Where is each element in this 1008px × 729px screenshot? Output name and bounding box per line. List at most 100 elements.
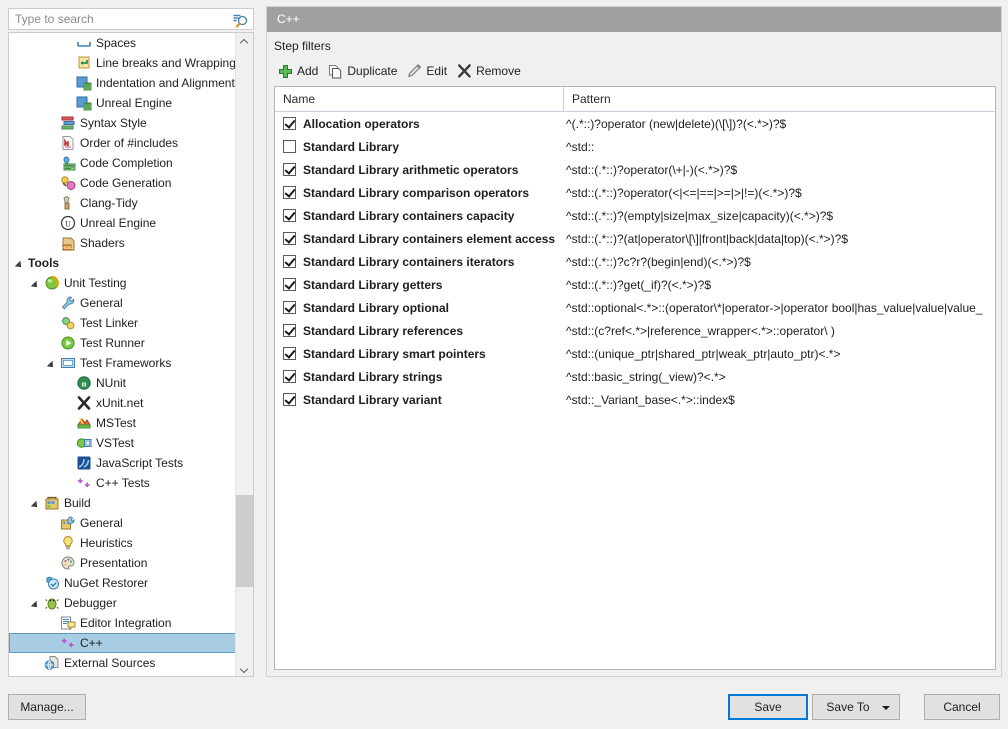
- filter-checkbox[interactable]: [283, 347, 296, 360]
- table-row[interactable]: Standard Library containers element acce…: [275, 227, 995, 250]
- sidebar-item-syntax-style[interactable]: Syntax Style: [9, 113, 237, 133]
- filter-name: Standard Library containers element acce…: [303, 232, 555, 246]
- filter-checkbox[interactable]: [283, 232, 296, 245]
- sidebar-item-build[interactable]: Build: [9, 493, 237, 513]
- sidebar-item-debugger[interactable]: Debugger: [9, 593, 237, 613]
- table-row[interactable]: Standard Library arithmetic operators^st…: [275, 158, 995, 181]
- search-input[interactable]: [15, 9, 221, 29]
- table-row[interactable]: Standard Library containers iterators^st…: [275, 250, 995, 273]
- column-header-name[interactable]: Name: [275, 87, 564, 111]
- expander-collapse-icon[interactable]: [47, 358, 58, 369]
- sidebar-item-code-generation[interactable]: Code Generation: [9, 173, 237, 193]
- filter-checkbox[interactable]: [283, 278, 296, 291]
- duplicate-icon: [327, 63, 344, 79]
- table-row[interactable]: Allocation operators^(.*::)?operator (ne…: [275, 112, 995, 135]
- scroll-down-button[interactable]: [236, 659, 253, 676]
- sidebar-item-unit-testing[interactable]: Unit Testing: [9, 273, 237, 293]
- sidebar-item-general[interactable]: General: [9, 293, 237, 313]
- filter-checkbox[interactable]: [283, 209, 296, 222]
- step-filters-list[interactable]: Name Pattern Allocation operators^(.*::)…: [274, 86, 996, 670]
- sidebar-item-nunit[interactable]: nNUnit: [9, 373, 237, 393]
- search-icon[interactable]: [232, 12, 248, 28]
- sidebar-item-label: External Sources: [64, 653, 159, 673]
- save-button[interactable]: Save: [728, 694, 808, 720]
- search-box[interactable]: [8, 8, 254, 30]
- table-row[interactable]: Standard Library containers capacity^std…: [275, 204, 995, 227]
- filter-checkbox[interactable]: [283, 163, 296, 176]
- filter-checkbox[interactable]: [283, 255, 296, 268]
- sidebar-item-indentation-and-alignment[interactable]: Indentation and Alignment: [9, 73, 237, 93]
- filter-name-cell: Standard Library smart pointers: [275, 347, 564, 361]
- save-to-button[interactable]: Save To: [812, 694, 900, 720]
- expander-collapse-icon[interactable]: [15, 258, 26, 269]
- x-icon: [456, 63, 473, 79]
- scrollbar-thumb[interactable]: [236, 495, 253, 587]
- presentation-icon: [60, 555, 76, 571]
- expander-collapse-icon[interactable]: [31, 278, 42, 289]
- sidebar-item-tools[interactable]: Tools: [9, 253, 237, 273]
- sidebar-item-unreal-engine[interactable]: Unreal Engine: [9, 93, 237, 113]
- xunit-icon: [76, 395, 92, 411]
- sidebar-item-vstest[interactable]: VSTest: [9, 433, 237, 453]
- sidebar-item-label: C++ Tests: [96, 473, 154, 493]
- expander-placeholder: [63, 58, 74, 69]
- add-button[interactable]: Add: [275, 60, 325, 82]
- sidebar-item-label: VSTest: [96, 433, 138, 453]
- nunit-icon: n: [76, 375, 92, 391]
- sidebar-item-c-tests[interactable]: C++ Tests: [9, 473, 237, 493]
- sidebar-item-clang-tidy[interactable]: Clang-Tidy: [9, 193, 237, 213]
- edit-button[interactable]: Edit: [404, 60, 454, 82]
- filter-checkbox[interactable]: [283, 117, 296, 130]
- sidebar-item-mstest[interactable]: MSTest: [9, 413, 237, 433]
- filter-pattern: ^std::(.*::)?get(_if)?(<.*>)?$: [564, 278, 995, 292]
- duplicate-button[interactable]: Duplicate: [325, 60, 404, 82]
- sidebar-item-heuristics[interactable]: Heuristics: [9, 533, 237, 553]
- sidebar-item-test-runner[interactable]: Test Runner: [9, 333, 237, 353]
- filter-checkbox[interactable]: [283, 186, 296, 199]
- table-row[interactable]: Standard Library comparison operators^st…: [275, 181, 995, 204]
- expander-collapse-icon[interactable]: [31, 598, 42, 609]
- filter-checkbox[interactable]: [283, 140, 296, 153]
- filter-checkbox[interactable]: [283, 393, 296, 406]
- sidebar-item-external-sources[interactable]: External Sources: [9, 653, 237, 673]
- settings-tree[interactable]: SpacesLine breaks and WrappingIndentatio…: [8, 32, 254, 677]
- sidebar-item-presentation[interactable]: Presentation: [9, 553, 237, 573]
- table-row[interactable]: Standard Library getters^std::(.*::)?get…: [275, 273, 995, 296]
- javascript-tests-icon: [76, 455, 92, 471]
- expander-placeholder: [31, 578, 42, 589]
- expander-collapse-icon[interactable]: [31, 498, 42, 509]
- filter-checkbox[interactable]: [283, 370, 296, 383]
- expander-placeholder: [47, 298, 58, 309]
- table-row[interactable]: Standard Library variant^std::_Variant_b…: [275, 388, 995, 411]
- sidebar-item-spaces[interactable]: Spaces: [9, 33, 237, 53]
- sidebar-item-test-linker[interactable]: Test Linker: [9, 313, 237, 333]
- sidebar-item-order-of-includes[interactable]: Order of #includes: [9, 133, 237, 153]
- sidebar-item-label: NuGet Restorer: [64, 573, 152, 593]
- sidebar-item-shaders[interactable]: HLSLShaders: [9, 233, 237, 253]
- sidebar-item-line-breaks-and-wrapping[interactable]: Line breaks and Wrapping: [9, 53, 237, 73]
- table-row[interactable]: Standard Library strings^std::basic_stri…: [275, 365, 995, 388]
- column-header-pattern[interactable]: Pattern: [564, 87, 995, 111]
- sidebar-item-c[interactable]: C++: [9, 633, 237, 653]
- table-row[interactable]: Standard Library^std::: [275, 135, 995, 158]
- table-row[interactable]: Standard Library optional^std::optional<…: [275, 296, 995, 319]
- settings-tree-list[interactable]: SpacesLine breaks and WrappingIndentatio…: [9, 33, 237, 676]
- sidebar-item-general[interactable]: General: [9, 513, 237, 533]
- sidebar-item-nuget-restorer[interactable]: NuGet Restorer: [9, 573, 237, 593]
- sidebar-item-unreal-engine[interactable]: UUnreal Engine: [9, 213, 237, 233]
- cancel-button[interactable]: Cancel: [924, 694, 1000, 720]
- sidebar-item-editor-integration[interactable]: Editor Integration: [9, 613, 237, 633]
- scroll-up-button[interactable]: [236, 33, 253, 50]
- table-row[interactable]: Standard Library references^std::(c?ref<…: [275, 319, 995, 342]
- table-row[interactable]: Standard Library smart pointers^std::(un…: [275, 342, 995, 365]
- sidebar-item-code-completion[interactable]: Code Completion: [9, 153, 237, 173]
- manage-button[interactable]: Manage...: [8, 694, 86, 720]
- sidebar-item-javascript-tests[interactable]: JavaScript Tests: [9, 453, 237, 473]
- sidebar-item-xunit-net[interactable]: xUnit.net: [9, 393, 237, 413]
- filter-checkbox[interactable]: [283, 301, 296, 314]
- tree-scrollbar[interactable]: [235, 33, 253, 676]
- remove-button[interactable]: Remove: [454, 60, 528, 82]
- sidebar-item-test-frameworks[interactable]: Test Frameworks: [9, 353, 237, 373]
- sidebar-item-label: JavaScript Tests: [96, 453, 187, 473]
- filter-checkbox[interactable]: [283, 324, 296, 337]
